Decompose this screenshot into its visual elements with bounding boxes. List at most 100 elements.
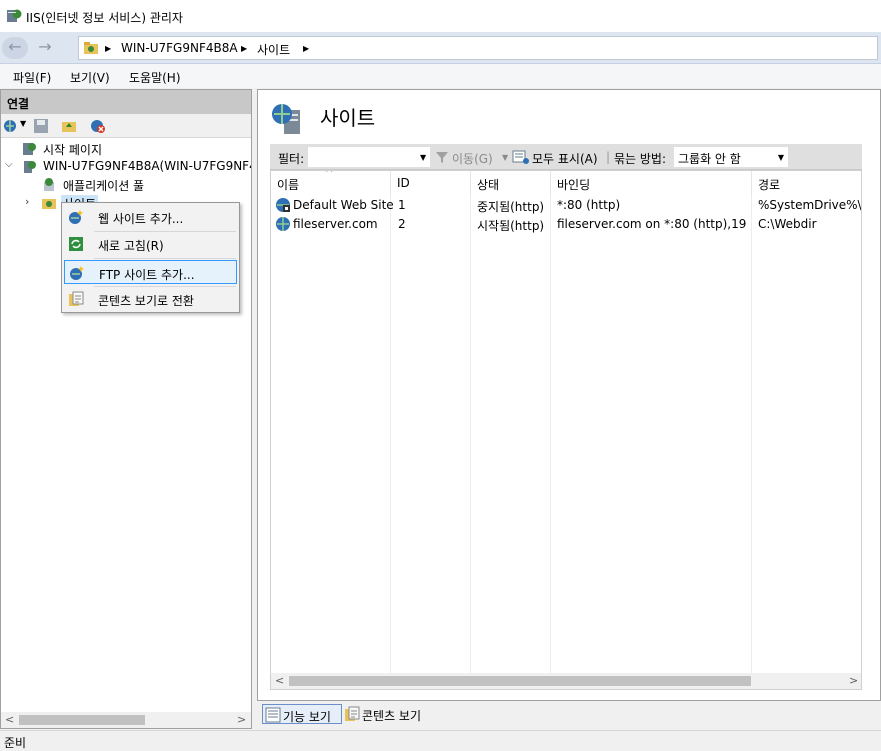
add-website-icon	[69, 210, 83, 224]
sort-ascending-icon: ^	[325, 170, 334, 179]
address-bar: ← → ▶ WIN-U7FG9NF4B8A ▶ 사이트 ▶	[0, 32, 881, 64]
address-box[interactable]: ▶ WIN-U7FG9NF4B8A ▶ 사이트 ▶	[78, 36, 878, 60]
context-menu: 웹 사이트 추가... 새로 고침(R) FTP 사이트 추가... 콘텐츠 보…	[61, 202, 240, 313]
sites-folder-icon	[42, 199, 56, 209]
show-all-button[interactable]: 모두 표시(A)	[532, 150, 598, 167]
connections-toolbar: ▼	[1, 114, 251, 138]
main-panel: 사이트 필터: ▼ 이동(G) ▼ 모두 표시(A) | 묶는 방법: 그룹화 …	[257, 89, 881, 701]
dropdown-arrow-icon[interactable]: ▼	[420, 153, 426, 162]
refresh-icon	[69, 237, 83, 251]
dropdown-arrow-icon[interactable]: ▼	[20, 119, 26, 128]
back-arrow-icon[interactable]: ←	[2, 37, 28, 59]
table-hscrollbar[interactable]: < >	[271, 673, 861, 689]
group-by-label: 묶는 방법:	[614, 152, 667, 166]
scroll-right-icon[interactable]: >	[237, 713, 246, 726]
tab-label-content: 콘텐츠 보기	[362, 709, 422, 723]
dropdown-arrow-icon: ▼	[777, 153, 784, 162]
cell-status: 중지됨(http)	[477, 200, 545, 214]
column-header-id[interactable]: ID	[391, 171, 471, 195]
window-title: IIS(인터넷 정보 서비스) 관리자	[26, 11, 183, 25]
site-globe-icon	[276, 217, 290, 231]
tree-item-start-page[interactable]: 시작 페이지	[7, 140, 247, 158]
menu-item-add-website[interactable]: 웹 사이트 추가...	[64, 205, 237, 229]
tree-label-start-page: 시작 페이지	[43, 143, 103, 157]
column-divider	[470, 195, 471, 675]
cell-binding: *:80 (http)	[557, 198, 621, 212]
features-view-icon	[265, 707, 281, 723]
scroll-thumb[interactable]	[19, 715, 145, 725]
dropdown-arrow-icon[interactable]: ▼	[502, 153, 508, 162]
menu-item-switch-content[interactable]: 콘텐츠 보기로 전환	[64, 287, 237, 311]
column-divider	[751, 195, 752, 675]
column-header-label: 이름	[277, 178, 300, 192]
disconnect-icon[interactable]	[90, 118, 106, 134]
scroll-thumb[interactable]	[289, 676, 751, 686]
cell-id: 2	[398, 217, 406, 231]
breadcrumb-sites[interactable]: 사이트	[257, 41, 290, 58]
column-divider	[390, 195, 391, 675]
status-text: 준비	[4, 736, 27, 750]
tab-features-view[interactable]: 기능 보기	[262, 704, 342, 724]
menu-help[interactable]: 도움말(H)	[129, 69, 181, 86]
connections-header: 연결	[1, 90, 251, 114]
tree-item-app-pools[interactable]: 애플리케이션 풀	[23, 176, 223, 194]
chevron-right-icon: ▶	[105, 44, 112, 53]
column-header-status[interactable]: 상태	[471, 171, 551, 195]
group-by-value: 그룹화 안 함	[678, 152, 741, 166]
scroll-left-icon[interactable]: <	[275, 674, 284, 687]
tree-label-app-pools: 애플리케이션 풀	[63, 179, 145, 193]
chevron-down-icon[interactable]: ⌵	[5, 159, 13, 170]
menu-file[interactable]: 파일(F)	[13, 69, 51, 86]
menu-item-refresh[interactable]: 새로 고침(R)	[64, 232, 237, 256]
filter-bar: 필터: ▼ 이동(G) ▼ 모두 표시(A) | 묶는 방법: 그룹화 안 함 …	[270, 144, 862, 170]
tab-label-features: 기능 보기	[283, 710, 331, 724]
toolbar-separator: |	[606, 150, 611, 164]
filter-input[interactable]	[308, 147, 430, 167]
menu-label-switch-content: 콘텐츠 보기로 전환	[98, 294, 194, 308]
server-icon	[24, 161, 36, 173]
scroll-left-icon[interactable]: <	[5, 713, 14, 726]
folder-icon	[84, 42, 98, 54]
content-view-icon	[345, 706, 360, 721]
column-header-name[interactable]: 이름 ^	[271, 171, 391, 195]
connections-hscrollbar[interactable]: < >	[1, 712, 251, 728]
content-view-icon	[69, 291, 84, 306]
scroll-right-icon[interactable]: >	[849, 674, 858, 687]
menu-label-add-website: 웹 사이트 추가...	[98, 212, 184, 226]
filter-funnel-icon	[436, 152, 448, 163]
connect-globe-icon[interactable]	[3, 118, 19, 134]
chevron-right-icon[interactable]: ▶	[303, 44, 309, 53]
add-ftp-icon	[70, 266, 84, 280]
save-icon[interactable]	[33, 118, 49, 134]
title-bar: IIS(인터넷 정보 서비스) 관리자	[0, 0, 881, 32]
menu-separator	[94, 258, 236, 259]
menu-label-refresh: 새로 고침(R)	[98, 239, 164, 253]
sites-server-icon	[272, 104, 300, 134]
menu-view[interactable]: 보기(V)	[70, 69, 110, 86]
group-by-select[interactable]: 그룹화 안 함 ▼	[674, 147, 788, 167]
status-bar: 준비	[0, 730, 881, 750]
cell-name: fileserver.com	[293, 217, 378, 231]
column-header-binding[interactable]: 바인딩	[551, 171, 752, 195]
forward-arrow-icon[interactable]: →	[32, 37, 58, 59]
chevron-right-icon: ▶	[241, 44, 248, 53]
menu-label-add-ftp: FTP 사이트 추가...	[99, 268, 195, 282]
connections-panel: 연결 ▼ 시작 페이지 ⌵ WIN-U7FG9NF4B8A(WIN-U7FG9N…	[0, 89, 252, 729]
cell-id: 1	[398, 198, 406, 212]
page-title: 사이트	[320, 106, 376, 130]
show-all-icon	[512, 150, 529, 164]
table-row[interactable]: Default Web Site 1 중지됨(http) *:80 (http)…	[271, 195, 861, 215]
cell-name: Default Web Site	[293, 198, 394, 212]
tree-item-server[interactable]: ⌵ WIN-U7FG9NF4B8A(WIN-U7FG9NF4B8A	[3, 158, 251, 176]
breadcrumb-server[interactable]: WIN-U7FG9NF4B8A	[121, 41, 238, 55]
column-header-path[interactable]: 경로	[752, 171, 861, 195]
tree-label-server: WIN-U7FG9NF4B8A(WIN-U7FG9NF4B8A	[43, 159, 251, 173]
menu-item-add-ftp[interactable]: FTP 사이트 추가...	[64, 260, 237, 284]
up-folder-icon[interactable]	[61, 118, 77, 134]
cell-status: 시작됨(http)	[477, 219, 545, 233]
chevron-right-icon[interactable]: ›	[25, 195, 29, 208]
go-button[interactable]: 이동(G)	[452, 150, 493, 167]
table-row[interactable]: fileserver.com 2 시작됨(http) fileserver.co…	[271, 214, 861, 234]
cell-path: C:\Webdir	[758, 217, 817, 231]
tab-content-view[interactable]: 콘텐츠 보기	[342, 704, 432, 724]
